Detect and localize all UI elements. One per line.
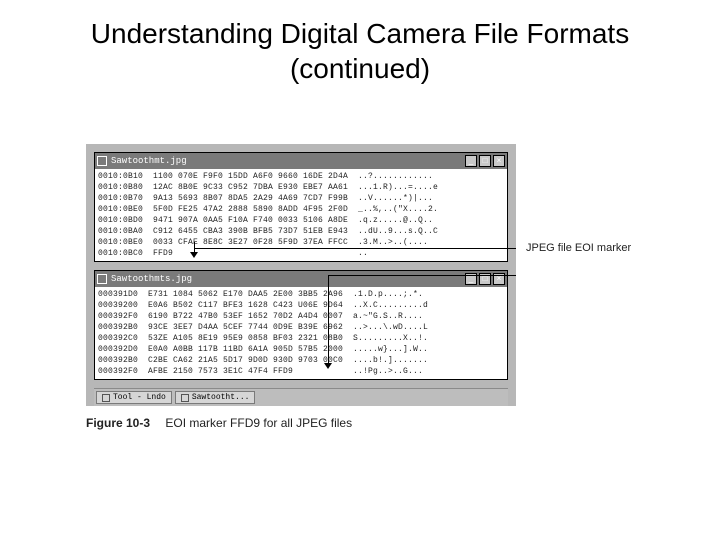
maximize-button[interactable]: □	[479, 155, 491, 167]
taskbar-button-2[interactable]: Sawtootht...	[175, 391, 256, 404]
taskbar-label-2: Sawtootht...	[192, 393, 250, 402]
window-buttons-1: _ □ ×	[465, 155, 505, 167]
app-icon	[97, 274, 107, 284]
callout-arrow-2	[324, 363, 332, 369]
taskbar-app-icon	[102, 394, 110, 402]
callout-label: JPEG file EOI marker	[526, 242, 631, 254]
close-button[interactable]: ×	[493, 155, 505, 167]
minimize-button[interactable]: _	[465, 155, 477, 167]
hex-dump-2: 000391D0 E731 1084 5062 E170 DAA5 2E00 3…	[95, 287, 507, 379]
callout-line-v2	[328, 275, 329, 365]
callout-arrow-1	[190, 252, 198, 258]
filename-1: Sawtoothmt.jpg	[111, 156, 465, 166]
figure-number: Figure 10-3	[86, 416, 150, 430]
hex-window-2: Sawtoothmts.jpg _ □ × 000391D0 E731 1084…	[94, 270, 508, 380]
callout-line-h1	[194, 248, 516, 249]
figure-caption-text: EOI marker FFD9 for all JPEG files	[165, 416, 352, 430]
slide-title: Understanding Digital Camera File Format…	[40, 16, 680, 86]
taskbar-button-1[interactable]: Tool - Lndo	[96, 391, 172, 404]
callout-line-h2	[328, 275, 516, 276]
figure-caption: Figure 10-3 EOI marker FFD9 for all JPEG…	[86, 416, 634, 430]
taskbar-app-icon	[181, 394, 189, 402]
hex-window-1: Sawtoothmt.jpg _ □ × 0010:0B10 1100 070E…	[94, 152, 508, 262]
titlebar-2: Sawtoothmts.jpg _ □ ×	[95, 271, 507, 287]
taskbar: Tool - Lndo Sawtootht...	[94, 388, 508, 406]
taskbar-label-1: Tool - Lndo	[113, 393, 166, 402]
app-icon	[97, 156, 107, 166]
figure-area: Sawtoothmt.jpg _ □ × 0010:0B10 1100 070E…	[86, 144, 634, 430]
desktop-background: Sawtoothmt.jpg _ □ × 0010:0B10 1100 070E…	[86, 144, 516, 406]
titlebar-1: Sawtoothmt.jpg _ □ ×	[95, 153, 507, 169]
